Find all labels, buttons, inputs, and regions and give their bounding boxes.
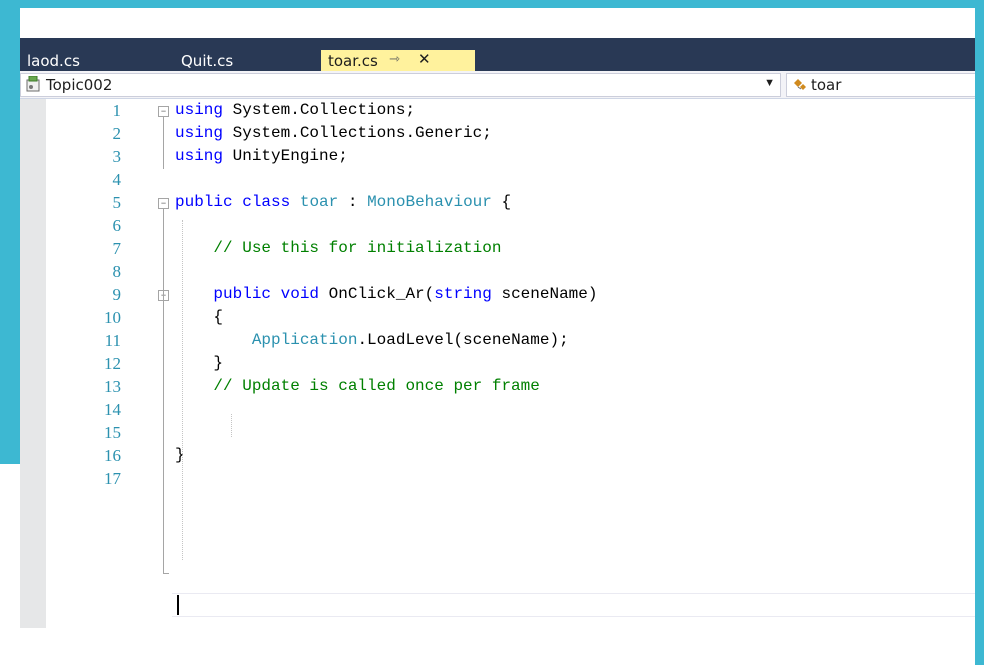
code-line[interactable]: 4: [20, 168, 975, 191]
indent-guide: [231, 414, 232, 437]
close-icon[interactable]: ✕: [418, 50, 431, 68]
pin-icon[interactable]: ⇾: [389, 51, 400, 67]
code-token: toar: [299, 193, 339, 211]
project-icon: [26, 76, 40, 92]
code-token: OnClick_Ar(: [319, 285, 435, 303]
line-number: 7: [112, 239, 122, 258]
code-token: UnityEngine;: [223, 147, 348, 165]
line-number: 10: [104, 308, 121, 327]
line-number: 5: [112, 193, 122, 212]
code-token: sceneName): [491, 285, 598, 303]
line-number: 1: [112, 101, 122, 120]
code-text: using System.Collections.Generic;: [175, 122, 492, 145]
line-number: 11: [104, 331, 121, 350]
code-token: {: [491, 193, 512, 211]
code-text: using UnityEngine;: [175, 145, 348, 168]
outline-guide: [163, 385, 164, 449]
code-token: System.Collections;: [223, 101, 416, 119]
project-dropdown[interactable]: Topic002 ▼: [20, 73, 781, 97]
code-text: Application.LoadLevel(sceneName);: [175, 329, 569, 352]
navigation-bar: Topic002 ▼ toar: [20, 71, 975, 99]
frame-accent-line: [0, 458, 20, 464]
code-token: using: [175, 147, 224, 165]
collapse-toggle-icon[interactable]: −: [158, 106, 169, 117]
member-dropdown[interactable]: toar: [786, 73, 975, 97]
code-text: // Use this for initialization: [175, 237, 501, 260]
line-number: 16: [104, 446, 121, 465]
class-icon: [794, 79, 806, 90]
collapse-toggle-icon[interactable]: −: [158, 198, 169, 209]
code-token: System.Collections.Generic;: [223, 124, 492, 142]
code-token: }: [175, 446, 185, 464]
code-editor: laod.cs Quit.cs toar.cs ⇾ ✕ Topic002 ▼ t…: [20, 38, 975, 628]
document-tab-bar: laod.cs Quit.cs toar.cs ⇾ ✕: [20, 38, 975, 71]
member-name: toar: [811, 76, 842, 94]
code-token: // Update is called once per frame: [213, 377, 540, 395]
line-number: 4: [112, 170, 122, 189]
text-caret: [177, 595, 179, 615]
tab-toar-cs[interactable]: toar.cs ⇾ ✕: [321, 50, 475, 71]
code-token: MonoBehaviour: [367, 193, 492, 211]
code-text: // Update is called once per frame: [175, 375, 540, 398]
code-token: using: [175, 101, 224, 119]
indent-guide: [182, 220, 183, 560]
code-token: using: [175, 124, 224, 142]
line-number: 9: [112, 285, 122, 304]
tab-quit-cs[interactable]: Quit.cs: [181, 52, 233, 71]
page-background-left: [0, 458, 20, 665]
line-number: 6: [112, 216, 122, 235]
line-number: 2: [112, 124, 122, 143]
line-number: 15: [104, 423, 121, 442]
code-token: public: [175, 193, 233, 211]
code-token: // Use this for initialization: [213, 239, 502, 257]
code-token: .LoadLevel(sceneName);: [357, 331, 569, 349]
code-token: void: [280, 285, 320, 303]
code-text: using System.Collections;: [175, 99, 415, 122]
tab-toar-label: toar.cs: [328, 52, 378, 70]
code-text: public class toar : MonoBehaviour {: [175, 191, 511, 214]
code-token: public: [213, 285, 272, 303]
tab-laod-cs[interactable]: laod.cs: [27, 52, 80, 71]
project-name: Topic002: [46, 76, 113, 94]
outline-guide-end: [163, 573, 169, 574]
code-text: public void OnClick_Ar(string sceneName): [175, 283, 597, 306]
line-number: 3: [112, 147, 122, 166]
chevron-down-icon[interactable]: ▼: [764, 77, 775, 89]
code-token: Application: [251, 331, 358, 349]
code-token: string: [434, 285, 492, 303]
code-area[interactable]: 1 using System.Collections; 2 using System.…: [20, 99, 975, 628]
code-text: }: [175, 444, 185, 467]
line-number: 17: [104, 469, 121, 488]
line-number: 12: [104, 354, 121, 373]
line-number: 13: [104, 377, 121, 396]
code-token: :: [338, 193, 368, 211]
line-number: 14: [104, 400, 121, 419]
line-number: 8: [112, 262, 122, 281]
current-line-highlight: [172, 593, 975, 617]
outline-guide: [163, 117, 164, 169]
code-token: class: [242, 193, 291, 211]
